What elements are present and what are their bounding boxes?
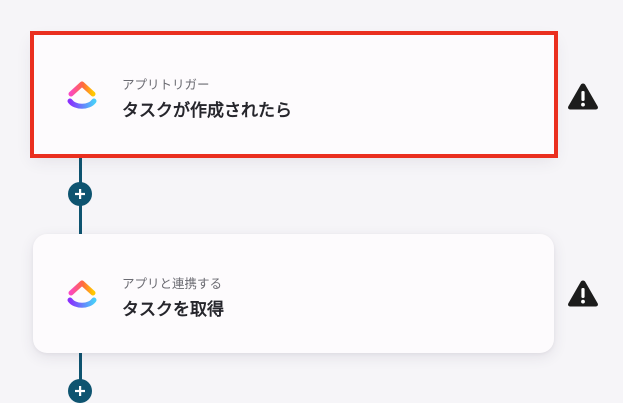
warning-icon[interactable] — [567, 82, 599, 110]
step-title: タスクが作成されたら — [122, 101, 292, 121]
step-card-trigger[interactable]: アプリトリガー タスクが作成されたら — [33, 35, 554, 154]
warning-icon[interactable] — [567, 279, 599, 307]
add-step-button[interactable] — [68, 182, 92, 206]
plus-icon — [75, 386, 85, 396]
add-step-button[interactable] — [68, 379, 92, 403]
step-title: タスクを取得 — [122, 300, 224, 320]
clickup-logo-icon — [67, 81, 97, 109]
clickup-logo-icon — [67, 280, 97, 308]
plus-icon — [75, 189, 85, 199]
step-type-label: アプリトリガー — [122, 77, 210, 92]
step-type-label: アプリと連携する — [122, 276, 223, 291]
step-card-action[interactable]: アプリと連携する タスクを取得 — [33, 234, 554, 353]
